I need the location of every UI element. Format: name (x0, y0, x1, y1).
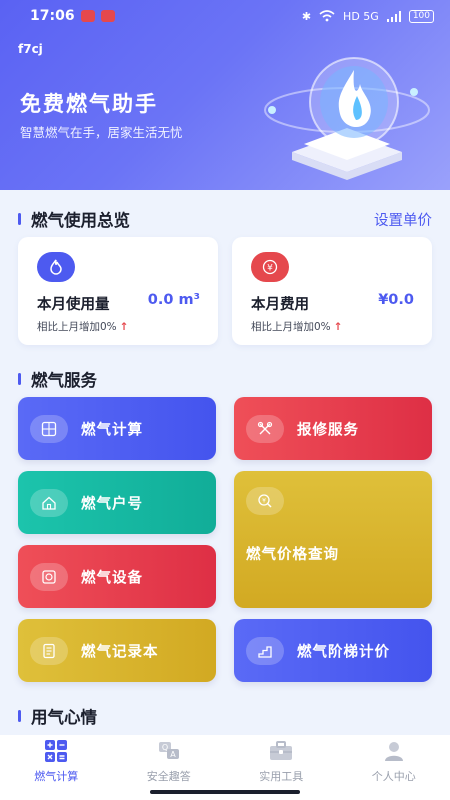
tab-label: 燃气计算 (34, 770, 79, 783)
user-icon (381, 738, 407, 764)
service-label: 燃气设备 (81, 570, 143, 586)
cost-compare: 相比上月增加0% ↑ (251, 319, 342, 334)
gas-flame-illustration (264, 57, 430, 180)
cost-label: 本月费用 (251, 297, 309, 313)
status-bar: 17:06 ✱ HD 5G 100 (0, 0, 450, 32)
network-label: HD 5G (343, 9, 379, 23)
service-device[interactable]: 燃气设备 (18, 545, 216, 608)
page-title: 免费燃气助手 (20, 92, 158, 116)
svg-text:¥: ¥ (262, 498, 266, 505)
service-price-query[interactable]: ¥ 燃气价格查询 (234, 471, 432, 608)
signal-icon (386, 10, 401, 22)
svg-text:Q: Q (162, 743, 168, 752)
set-unit-price-link[interactable]: 设置单价 (374, 209, 432, 230)
service-gas-calc[interactable]: 燃气计算 (18, 397, 216, 460)
service-label: 燃气阶梯计价 (297, 644, 390, 660)
tab-gas-calc[interactable]: 燃气计算 (0, 735, 113, 785)
cost-card[interactable]: ¥ 本月费用 ¥0.0 相比上月增加0% ↑ (232, 237, 432, 345)
usage-label: 本月使用量 (37, 297, 110, 313)
hero-banner: 17:06 ✱ HD 5G 100 f7cj 免费燃气助手 智慧燃气在手，居家生… (0, 0, 450, 190)
app-id: f7cj (18, 42, 43, 56)
service-tiered-pricing[interactable]: 燃气阶梯计价 (234, 619, 432, 682)
flame-icon (37, 252, 75, 282)
tab-label: 个人中心 (371, 770, 416, 783)
page-subtitle: 智慧燃气在手，居家生活无忧 (20, 125, 183, 140)
tab-profile[interactable]: 个人中心 (338, 735, 450, 785)
toolbox-icon (268, 738, 294, 764)
battery-icon: 100 (408, 9, 434, 23)
svg-text:¥: ¥ (267, 264, 273, 274)
wifi-icon (319, 10, 335, 22)
service-label: 报修服务 (297, 422, 359, 438)
bluetooth-icon: ✱ (301, 9, 312, 23)
arrow-up-icon: ↑ (333, 321, 343, 333)
mood-title: 用气心情 (31, 708, 97, 727)
overview-title: 燃气使用总览 (31, 211, 130, 230)
service-label: 燃气价格查询 (246, 547, 339, 563)
cost-compare-text: 相比上月增加0% (251, 321, 331, 333)
status-time: 17:06 (30, 8, 75, 24)
home-indicator[interactable] (150, 790, 300, 794)
tab-label: 实用工具 (259, 770, 304, 783)
main-content: 燃气使用总览 设置单价 本月使用量 0.0 m³ 相比上月增加0% ↑ ¥ 本月费… (0, 190, 450, 735)
tab-tools[interactable]: 实用工具 (225, 735, 338, 785)
bottom-tab-bar: 燃气计算 QA 安全趣答 实用工具 个人中心 (0, 735, 450, 785)
usage-value: 0.0 m³ (147, 292, 200, 308)
service-notebook[interactable]: 燃气记录本 (18, 619, 216, 682)
overview-header: 燃气使用总览 设置单价 (18, 207, 432, 231)
service-label: 燃气计算 (81, 422, 143, 438)
tab-safety-quiz[interactable]: QA 安全趣答 (113, 735, 226, 785)
service-repair[interactable]: 报修服务 (234, 397, 432, 460)
usage-compare-text: 相比上月增加0% (37, 321, 117, 333)
mood-header: 用气心情 (18, 704, 432, 728)
arrow-up-icon: ↑ (119, 321, 129, 333)
tab-label: 安全趣答 (146, 770, 191, 783)
status-icons: ✱ HD 5G 100 (301, 9, 434, 23)
section-marker (18, 213, 21, 225)
yen-icon: ¥ (251, 252, 289, 282)
service-label: 燃气记录本 (81, 644, 159, 660)
notification-icon (80, 10, 95, 22)
device-icon (30, 562, 68, 591)
service-label: 燃气户号 (81, 496, 143, 512)
home-icon (30, 488, 68, 517)
services-title: 燃气服务 (31, 371, 97, 390)
price-search-icon: ¥ (246, 487, 284, 515)
usage-card[interactable]: 本月使用量 0.0 m³ 相比上月增加0% ↑ (18, 237, 218, 345)
calculator-icon (30, 414, 68, 443)
video-icon (100, 10, 115, 22)
stairs-icon (246, 636, 284, 665)
usage-compare: 相比上月增加0% ↑ (37, 319, 128, 334)
section-marker (18, 710, 21, 722)
svg-text:A: A (170, 750, 176, 759)
notebook-icon (30, 636, 68, 665)
quiz-icon: QA (156, 738, 182, 764)
cost-value: ¥0.0 (378, 292, 414, 308)
section-marker (18, 373, 21, 385)
services-header: 燃气服务 (18, 367, 432, 391)
calculator-grid-icon (43, 738, 69, 764)
tools-icon (246, 414, 284, 443)
service-account-number[interactable]: 燃气户号 (18, 471, 216, 534)
